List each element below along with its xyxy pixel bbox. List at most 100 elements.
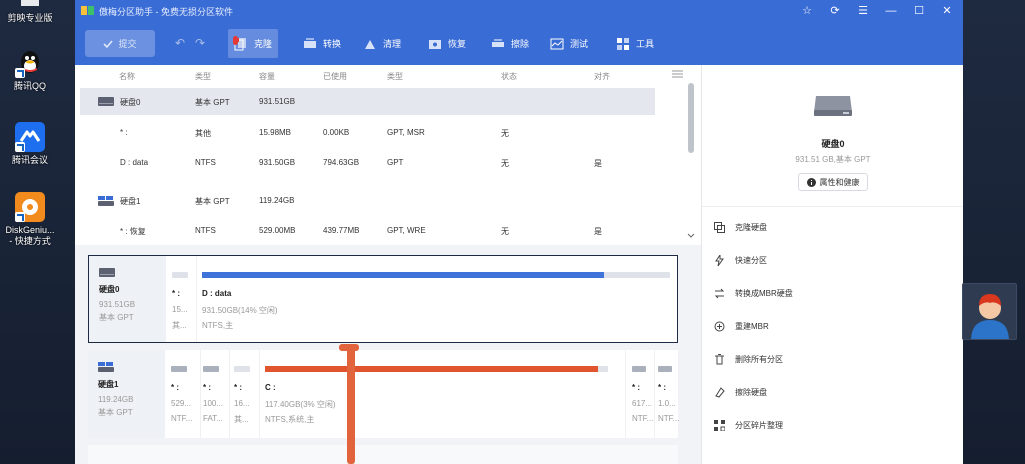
partition-divider	[625, 350, 626, 438]
column-header-fs[interactable]: 类型	[387, 71, 403, 82]
disk-type: 基本 GPT	[98, 408, 133, 417]
partition-name: * :	[658, 383, 666, 392]
table-row[interactable]: 硬盘0 基本 GPT 931.51GB	[80, 88, 655, 115]
hdd-icon	[98, 97, 114, 106]
action-wipe-disk[interactable]: 擦除硬盘	[714, 382, 954, 402]
shortcut-arrow-icon	[15, 212, 25, 222]
disk-card-0[interactable]: 硬盘0 931.51GB 基本 GPT * : 15... 其... D : d…	[88, 255, 678, 343]
cell-used: 439.77MB	[323, 226, 360, 235]
partition-fs: NTF...	[658, 414, 680, 423]
partition-segment[interactable]: * : 15... 其...	[172, 256, 194, 342]
table-row[interactable]: * : 恢复 NTFS 529.00MB 439.77MB GPT, WRE 无…	[80, 217, 655, 244]
partition-assistant-window: 傲梅分区助手 - 免费无损分区软件 ☆ ⟳ ☰ — ☐ ✕ 提交 ↶ ↷ 克隆 …	[75, 0, 963, 464]
disk-card-1[interactable]: 硬盘1 119.24GB 基本 GPT * : 529... NTF... * …	[88, 350, 680, 438]
desktop-icon-jianying[interactable]: 剪映专业版	[2, 0, 58, 24]
cell-name: D : data	[120, 158, 149, 167]
cell-align: 是	[594, 227, 602, 236]
partition-segment[interactable]: * : 16... 其...	[234, 350, 258, 438]
partition-size: 117.40GB(3% 空闲)	[265, 400, 336, 409]
commit-label: 提交	[118, 39, 137, 49]
column-header-name[interactable]: 名称	[119, 71, 135, 82]
toolbar-wipe-button[interactable]: 擦除	[485, 29, 535, 58]
column-header-align[interactable]: 对齐	[594, 71, 610, 82]
vertical-scrollbar[interactable]	[687, 79, 695, 241]
toolbar-label: 擦除	[511, 39, 530, 49]
disk-list-panel: 名称 类型 容量 已使用 类型 状态 对齐 硬盘0 基本 GPT 931.51G…	[75, 65, 701, 464]
cursor-marker	[233, 36, 238, 45]
action-delete-all-partitions[interactable]: 删除所有分区	[714, 349, 954, 369]
undo-icon[interactable]: ↶	[175, 36, 185, 50]
partition-size: 529...	[171, 399, 192, 408]
desktop-icon-qq[interactable]: 腾讯QQ	[2, 48, 58, 92]
window-title: 傲梅分区助手 - 免费无损分区软件	[99, 7, 233, 17]
disk-card-2[interactable]	[88, 445, 678, 464]
table-row[interactable]: D : data NTFS 931.50GB 794.63GB GPT 无 是	[80, 149, 655, 176]
partition-bar	[202, 272, 670, 278]
tools-icon	[616, 37, 630, 51]
partition-segment-c[interactable]: C : 117.40GB(3% 空闲) NTFS,系统,主	[265, 350, 623, 438]
column-header-used[interactable]: 已使用	[323, 71, 347, 82]
cell-type: 基本 GPT	[195, 197, 230, 206]
action-clone-disk[interactable]: 克隆硬盘	[714, 217, 954, 237]
cell-status: 无	[501, 129, 509, 138]
selected-disk-info: 931.51 GB,基本 GPT	[795, 155, 871, 164]
partition-divider	[259, 350, 260, 438]
table-row[interactable]: 硬盘1 基本 GPT 119.24GB	[80, 187, 655, 214]
partition-segment[interactable]: * : 529... NTF...	[171, 350, 199, 438]
disk-map: 硬盘0 931.51GB 基本 GPT * : 15... 其... D : d…	[75, 245, 701, 464]
defrag-icon	[714, 419, 726, 431]
partition-name: * :	[234, 383, 242, 392]
partition-segment[interactable]: * : 617... NTF...	[632, 350, 654, 438]
partition-segment[interactable]: * : 1.0... NTF...	[658, 350, 680, 438]
column-header-type[interactable]: 类型	[195, 71, 211, 82]
tencent-meeting-icon	[15, 122, 45, 152]
cell-fs: GPT, MSR	[387, 128, 425, 137]
properties-health-button[interactable]: 属性和健康	[798, 173, 868, 191]
toolbar-convert-button[interactable]: 转换	[297, 29, 347, 58]
app-logo-icon	[81, 5, 94, 16]
column-header-status[interactable]: 状态	[501, 71, 517, 82]
menu-icon[interactable]: ☰	[855, 3, 871, 19]
table-row[interactable]: * : 其他 15.98MB 0.00KB GPT, MSR 无	[80, 119, 655, 146]
diskgenius-icon	[15, 192, 45, 222]
disk-size: 119.24GB	[98, 395, 134, 404]
toolbar-clean-button[interactable]: 清理	[357, 29, 407, 58]
partition-divider	[196, 256, 197, 342]
action-quick-partition[interactable]: 快速分区	[714, 250, 954, 270]
toolbar-recover-button[interactable]: 恢复	[422, 29, 472, 58]
windows-disk-icon	[98, 196, 114, 206]
partition-fs: NTF...	[632, 414, 654, 423]
commit-button[interactable]: 提交	[85, 30, 155, 57]
column-header-capacity[interactable]: 容量	[259, 71, 275, 82]
toolbar-test-button[interactable]: 测试	[544, 29, 594, 58]
partition-name: C :	[265, 383, 276, 392]
minimize-button[interactable]: —	[883, 3, 899, 19]
cell-type: NTFS	[195, 226, 216, 235]
desktop-icon-tencent-meeting[interactable]: 腾讯会议	[2, 122, 58, 166]
shortcut-arrow-icon	[15, 142, 25, 152]
desktop-icon-diskgenius[interactable]: DiskGeniu... - 快捷方式	[2, 192, 58, 247]
action-defrag[interactable]: 分区碎片整理	[714, 415, 954, 435]
close-button[interactable]: ✕	[939, 3, 955, 19]
refresh-icon[interactable]: ⟳	[827, 3, 843, 19]
redo-icon[interactable]: ↷	[195, 36, 205, 50]
star-icon[interactable]: ☆	[799, 3, 815, 19]
selected-disk-header: 硬盘0 931.51 GB,基本 GPT 属性和健康	[702, 65, 963, 207]
disk-size: 931.51GB	[99, 300, 136, 309]
delete-partitions-icon	[714, 353, 725, 365]
partition-segment-d[interactable]: D : data 931.50GB(14% 空闲) NTFS,主	[202, 256, 672, 342]
partition-fs: NTF...	[171, 414, 193, 423]
toolbar-label: 转换	[323, 39, 342, 49]
partition-segment[interactable]: * : 100... FAT...	[203, 350, 229, 438]
toolbar-tools-button[interactable]: 工具	[610, 29, 660, 58]
cell-status: 无	[501, 159, 509, 168]
partition-size: 16...	[234, 399, 250, 408]
disk-info: 硬盘1 119.24GB 基本 GPT	[88, 350, 165, 438]
action-convert-mbr[interactable]: 转换成MBR硬盘	[714, 283, 954, 303]
scrollbar-thumb[interactable]	[688, 83, 694, 153]
title-bar[interactable]: 傲梅分区助手 - 免费无损分区软件 ☆ ⟳ ☰ — ☐ ✕	[75, 0, 963, 22]
column-settings-icon[interactable]	[672, 70, 683, 80]
action-rebuild-mbr[interactable]: 重建MBR	[714, 316, 954, 336]
maximize-button[interactable]: ☐	[911, 3, 927, 19]
scroll-down-icon[interactable]	[687, 233, 695, 239]
